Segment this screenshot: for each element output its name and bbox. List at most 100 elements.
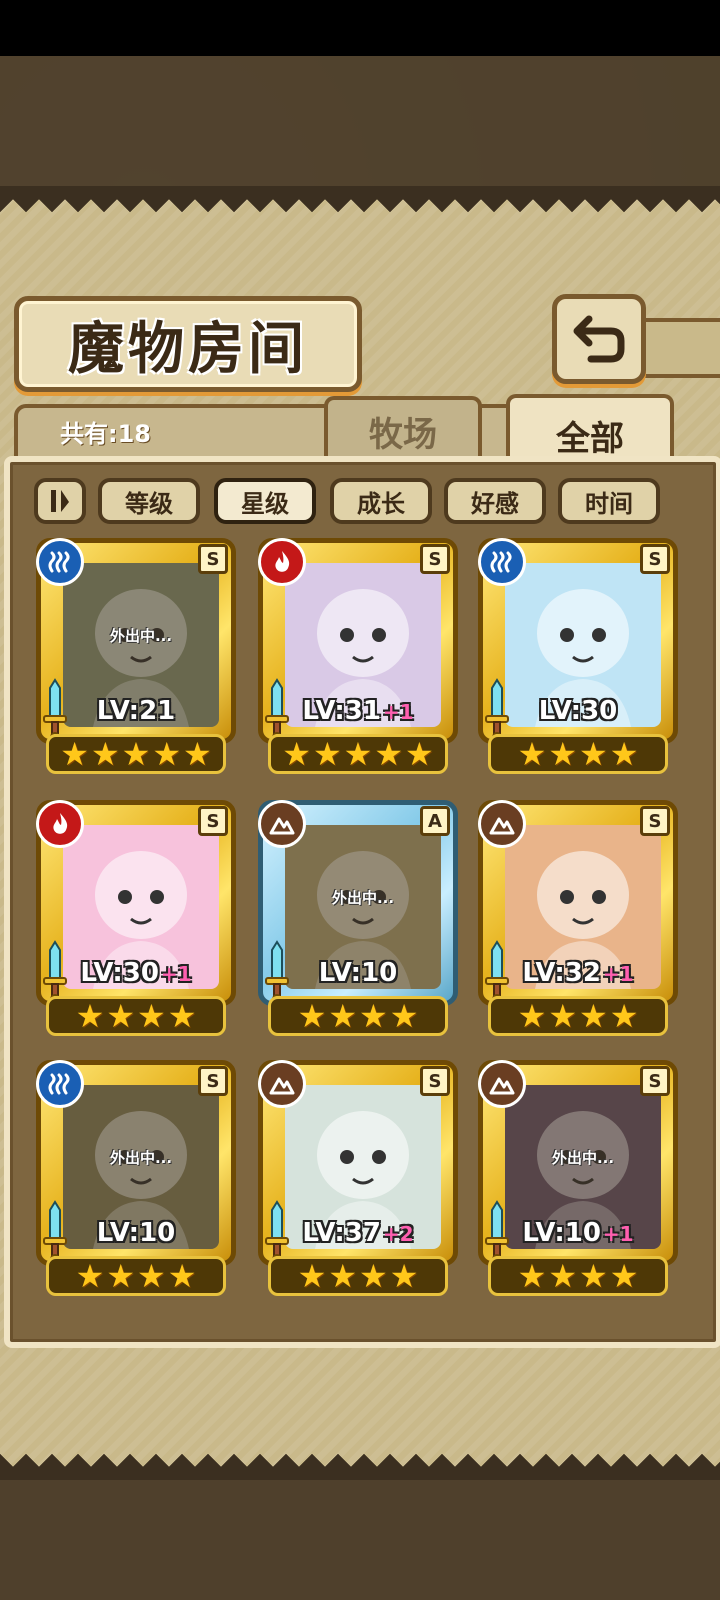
level-value: LV:10 (318, 958, 398, 988)
monster-card[interactable]: S LV:37 +2 ★ ★ ★ ★ (258, 1060, 458, 1300)
status-bar (0, 0, 720, 56)
rank-badge: S (198, 806, 228, 836)
level-value: LV:30 (538, 696, 618, 726)
tab-farm[interactable]: 牧场 (324, 396, 482, 462)
map-strip-top (0, 56, 720, 190)
star-icon: ★ (609, 997, 639, 1035)
panel-edge-bottom (0, 1454, 720, 1480)
water-element-icon (36, 1060, 84, 1108)
earth-element-icon (478, 800, 526, 848)
monster-card[interactable]: 外出中... S LV:10 +1 ★ ★ ★ ★ (478, 1060, 678, 1300)
tab-farm-label: 牧场 (369, 414, 437, 455)
star-icon: ★ (517, 997, 547, 1035)
star-icon: ★ (609, 1257, 639, 1295)
away-status: 外出中... (331, 889, 395, 907)
monster-card[interactable]: S LV:31 +1 ★ ★ ★ ★ ★ (258, 538, 458, 778)
sort-level-button[interactable]: 等级 (98, 478, 200, 524)
rank-badge: S (420, 1066, 450, 1096)
level-value: LV:21 (96, 696, 176, 726)
star-icon: ★ (121, 735, 151, 773)
level-label: LV:31 +1 (258, 696, 458, 726)
away-status: 外出中... (551, 1149, 615, 1167)
monster-card[interactable]: 外出中... S LV:21 ★ ★ ★ ★ ★ (36, 538, 236, 778)
earth-element-icon (478, 1060, 526, 1108)
star-icon: ★ (137, 1257, 166, 1295)
back-button-tail (640, 318, 720, 378)
earth-element-icon (258, 1060, 306, 1108)
monster-card[interactable]: S LV:32 +1 ★ ★ ★ ★ (478, 800, 678, 1040)
level-value: LV:30 (80, 958, 159, 988)
level-value: LV:31 (302, 696, 381, 726)
star-icon: ★ (328, 997, 357, 1035)
level-bonus: +1 (602, 962, 634, 986)
star-icon: ★ (517, 735, 547, 773)
star-icon: ★ (405, 735, 434, 773)
rank-badge: S (640, 544, 670, 574)
star-icon: ★ (359, 997, 388, 1035)
level-value: LV:10 (96, 1218, 176, 1248)
sort-time-label: 时间 (585, 489, 633, 518)
level-bonus: +1 (160, 962, 192, 986)
level-value: LV:37 (302, 1218, 381, 1248)
star-icon: ★ (282, 735, 311, 773)
monster-count: 共有:18 (60, 420, 151, 448)
star-rating: ★ ★ ★ ★ (268, 996, 448, 1036)
star-icon: ★ (579, 997, 608, 1035)
sort-affection-label: 好感 (471, 489, 519, 518)
star-rating: ★ ★ ★ ★ (268, 1256, 448, 1296)
star-icon: ★ (137, 997, 166, 1035)
water-element-icon (36, 538, 84, 586)
sort-star-button[interactable]: 星级 (214, 478, 316, 524)
sort-time-button[interactable]: 时间 (558, 478, 660, 524)
fire-element-icon (258, 538, 306, 586)
star-rating: ★ ★ ★ ★ (46, 996, 226, 1036)
page-title: 魔物房间 (68, 315, 308, 382)
sort-order-toggle[interactable] (34, 478, 86, 524)
sort-growth-label: 成长 (357, 489, 405, 518)
sort-affection-button[interactable]: 好感 (444, 478, 546, 524)
rank-badge: S (640, 1066, 670, 1096)
sort-bar: 等级 星级 成长 好感 时间 (34, 476, 664, 526)
rank-badge: A (420, 806, 450, 836)
star-icon: ★ (297, 997, 327, 1035)
star-icon: ★ (167, 997, 197, 1035)
star-icon: ★ (343, 735, 373, 773)
monster-card[interactable]: S LV:30 +1 ★ ★ ★ ★ (36, 800, 236, 1040)
star-icon: ★ (106, 997, 135, 1035)
level-label: LV:30 (478, 696, 678, 726)
rank-badge: S (198, 1066, 228, 1096)
title-plate: 魔物房间 (14, 296, 362, 392)
fire-element-icon (36, 800, 84, 848)
panel-edge-top (0, 186, 720, 212)
star-rating: ★ ★ ★ ★ ★ (46, 734, 226, 774)
star-icon: ★ (517, 1257, 547, 1295)
star-icon: ★ (75, 1257, 105, 1295)
star-rating: ★ ★ ★ ★ (488, 996, 668, 1036)
star-icon: ★ (75, 997, 105, 1035)
star-icon: ★ (312, 735, 342, 773)
return-icon (573, 315, 625, 363)
level-label: LV:32 +1 (478, 958, 678, 988)
level-label: LV:21 (36, 696, 236, 726)
star-icon: ★ (90, 735, 120, 773)
star-icon: ★ (609, 735, 639, 773)
star-icon: ★ (106, 1257, 135, 1295)
sort-growth-button[interactable]: 成长 (330, 478, 432, 524)
star-icon: ★ (152, 735, 182, 773)
monster-card[interactable]: S LV:30 ★ ★ ★ ★ (478, 538, 678, 778)
level-bonus: +1 (382, 700, 414, 724)
sort-order-icon (51, 490, 69, 512)
away-status: 外出中... (109, 627, 173, 645)
monster-card[interactable]: 外出中... S LV:10 ★ ★ ★ ★ (36, 1060, 236, 1300)
back-button[interactable] (552, 294, 646, 384)
level-label: LV:10 (258, 958, 458, 988)
rank-badge: S (420, 544, 450, 574)
star-icon: ★ (60, 735, 89, 773)
level-label: LV:10 +1 (478, 1218, 678, 1248)
star-icon: ★ (183, 735, 212, 773)
level-label: LV:37 +2 (258, 1218, 458, 1248)
star-icon: ★ (374, 735, 404, 773)
monster-card[interactable]: 外出中... A LV:10 ★ ★ ★ ★ (258, 800, 458, 1040)
star-icon: ★ (548, 735, 577, 773)
sort-level-label: 等级 (125, 489, 173, 518)
